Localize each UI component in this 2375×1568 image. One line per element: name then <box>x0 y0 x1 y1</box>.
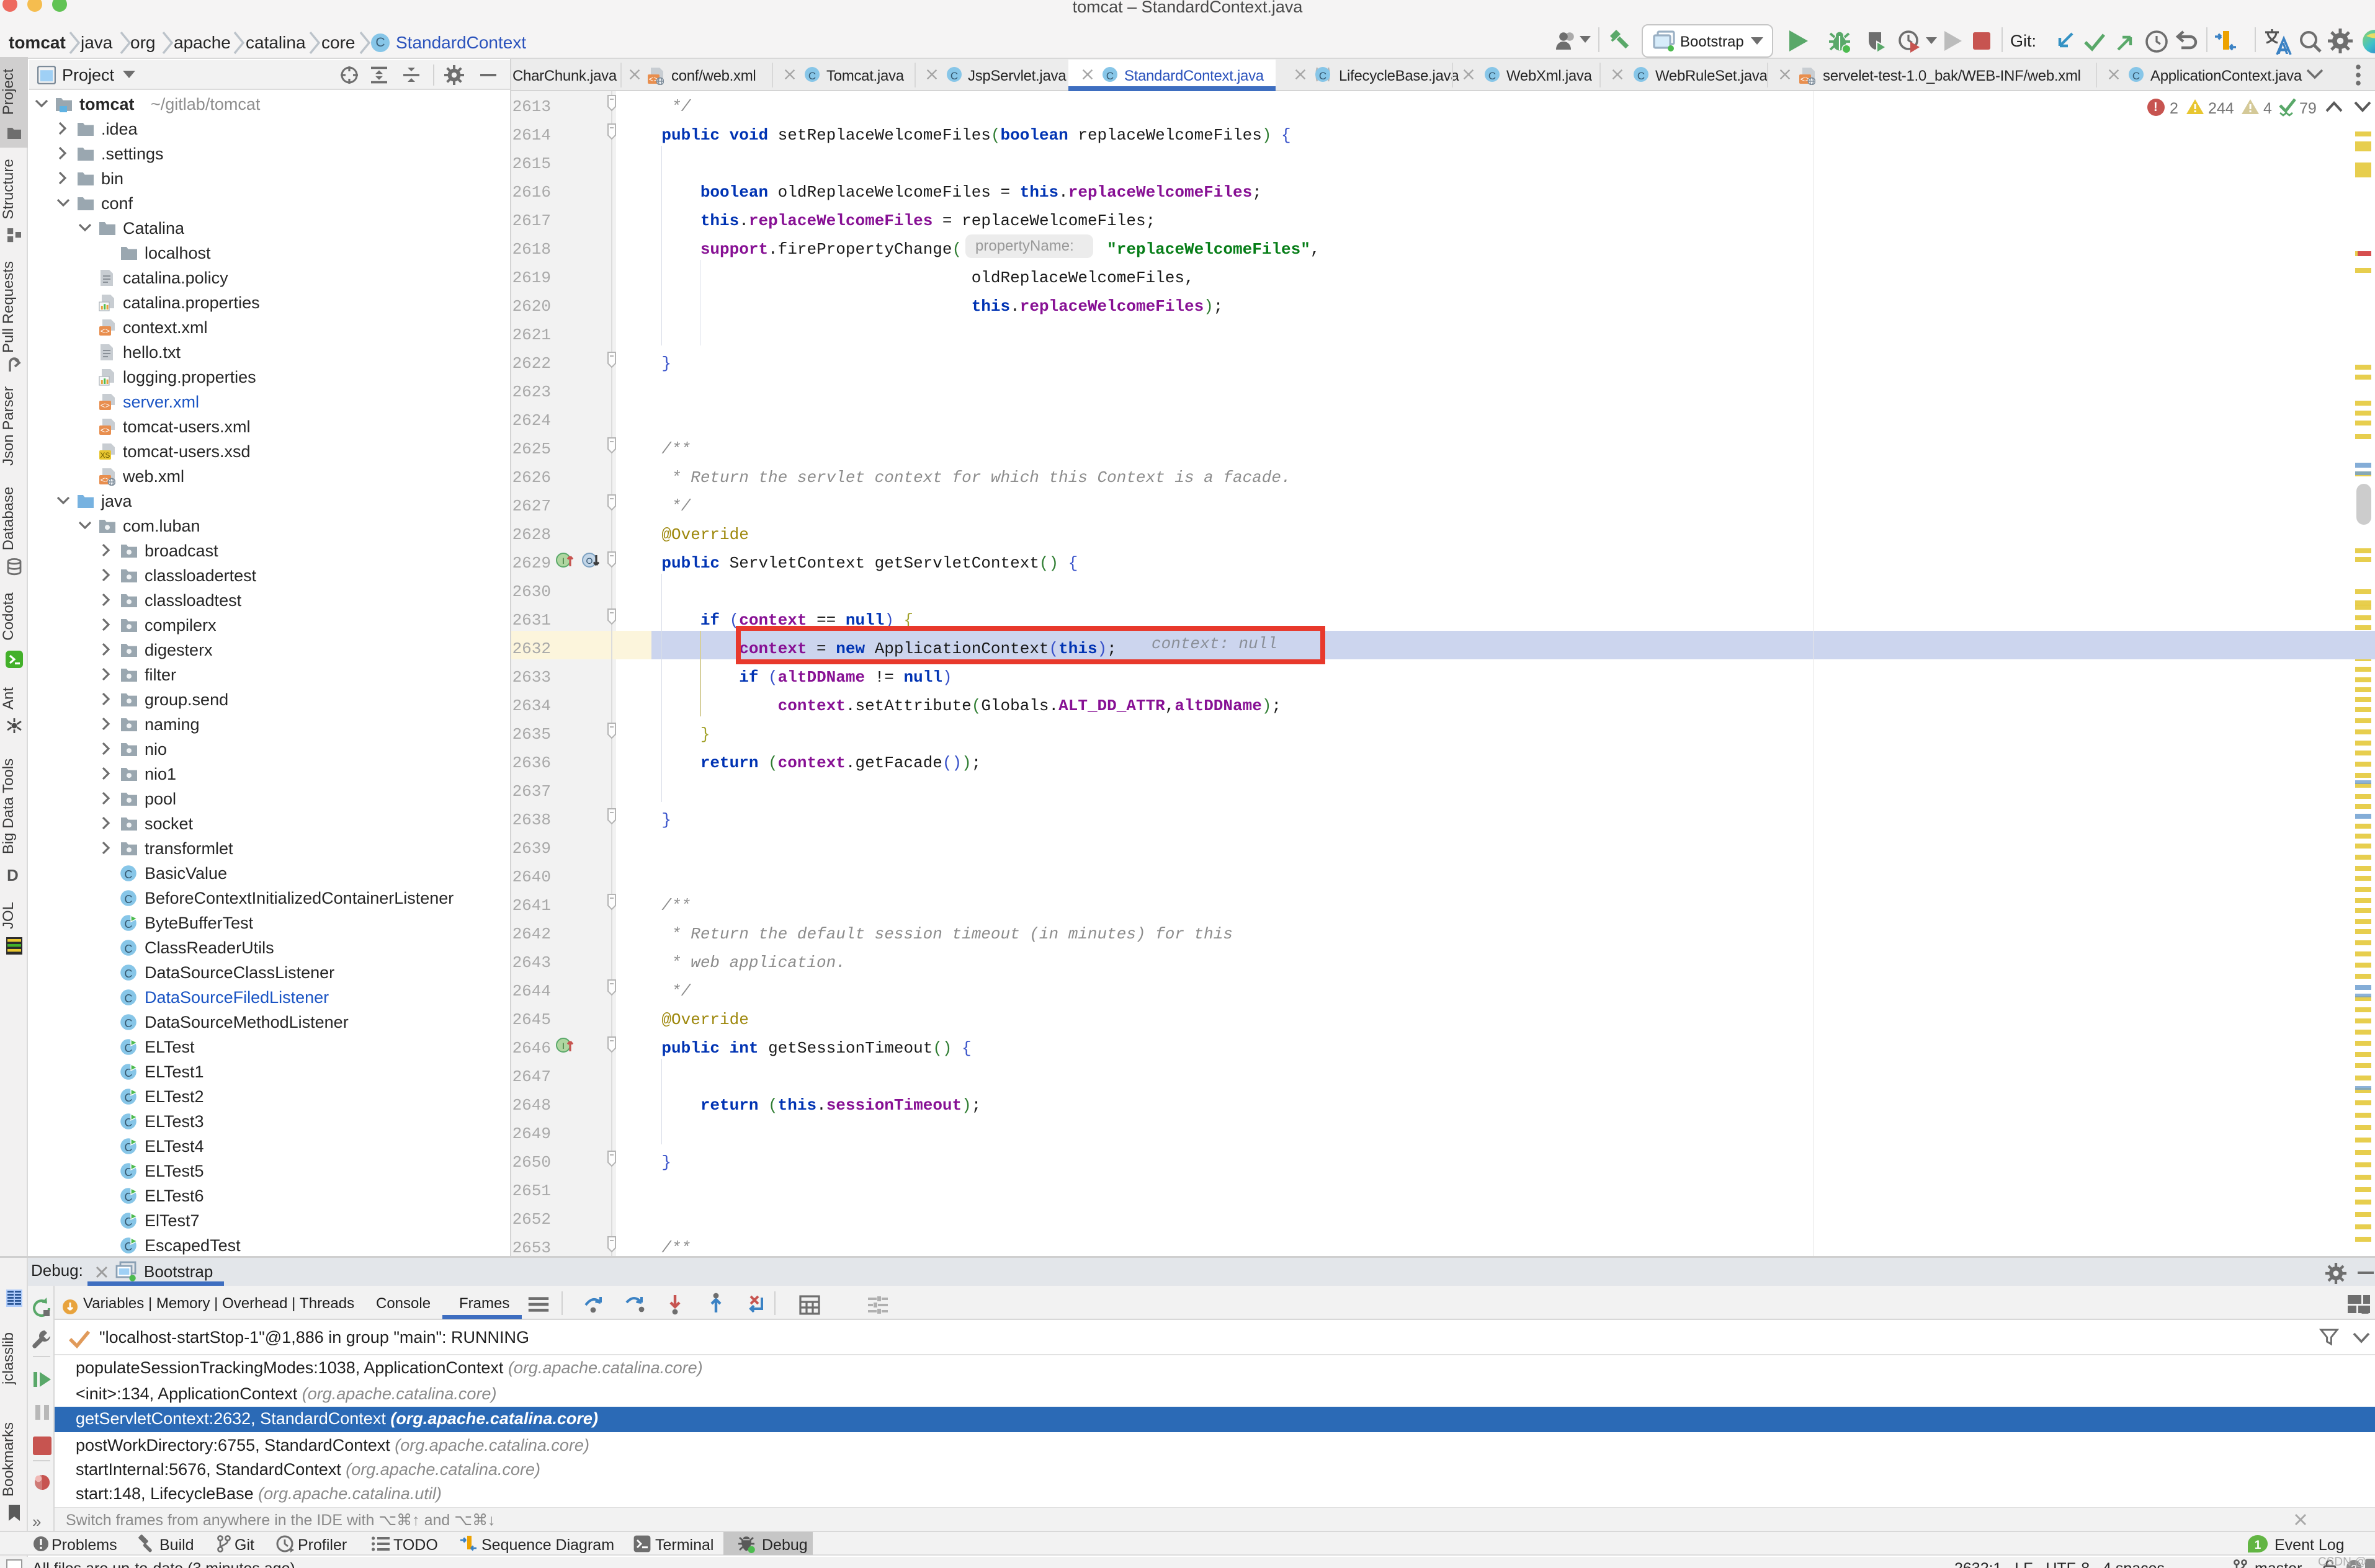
svg-text:I: I <box>562 1041 565 1051</box>
svg-text:<>: <> <box>101 401 110 411</box>
svg-text:C: C <box>1319 70 1326 82</box>
svg-text:C: C <box>1637 70 1645 82</box>
svg-text:C: C <box>1106 70 1114 82</box>
svg-text:1: 1 <box>2255 1539 2261 1552</box>
svg-text:C: C <box>125 968 133 980</box>
svg-text:I: I <box>562 556 565 566</box>
svg-text:C: C <box>2132 70 2140 82</box>
svg-text:C: C <box>125 992 133 1005</box>
svg-text:<>: <> <box>101 327 110 336</box>
svg-text:C: C <box>1488 70 1496 82</box>
svg-text:C: C <box>808 70 816 82</box>
svg-text:C: C <box>125 1017 133 1030</box>
svg-text:C: C <box>125 943 133 955</box>
svg-text:C: C <box>950 70 958 82</box>
svg-text:XS: XS <box>100 451 110 460</box>
svg-text:O: O <box>586 556 593 566</box>
svg-text:C: C <box>125 868 133 881</box>
svg-text:<>: <> <box>101 426 110 435</box>
svg-text:C: C <box>125 893 133 906</box>
